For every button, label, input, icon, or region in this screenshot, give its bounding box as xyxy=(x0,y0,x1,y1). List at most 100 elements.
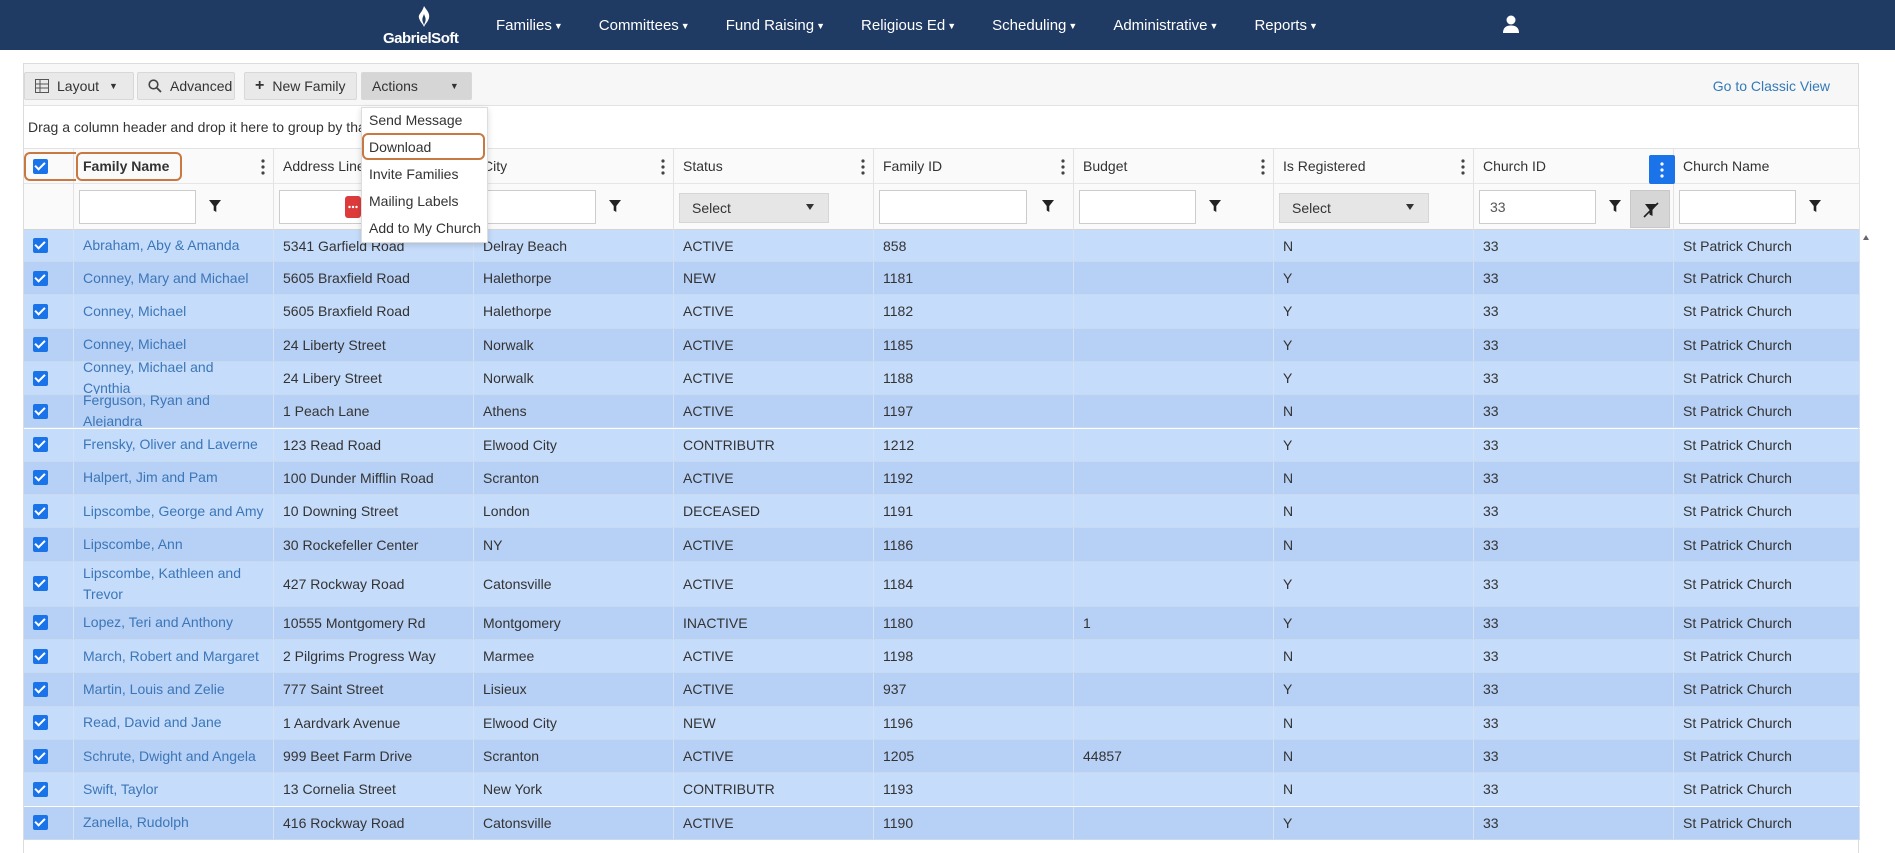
row-checkbox[interactable] xyxy=(33,370,48,386)
row-checkbox[interactable] xyxy=(33,403,48,419)
row-checkbox[interactable] xyxy=(33,715,48,731)
church-id-column-menu-button[interactable] xyxy=(1649,155,1675,184)
header-is-registered[interactable]: Is Registered xyxy=(1274,149,1474,185)
header-church-name[interactable]: Church Name xyxy=(1674,149,1860,185)
table-row[interactable]: Swift, Taylor 13 Cornelia Street New York C… xyxy=(24,773,1860,807)
header-church-id[interactable]: Church ID xyxy=(1474,149,1674,185)
header-family-name[interactable]: Family Name xyxy=(74,149,274,185)
row-checkbox[interactable] xyxy=(33,470,48,486)
family-name-cell[interactable]: Ferguson, Ryan and Alejandra xyxy=(74,395,274,428)
nav-religious-ed[interactable]: Religious Ed ▼ xyxy=(861,17,956,34)
new-family-button[interactable]: + New Family xyxy=(244,72,357,100)
menu-mailing-labels[interactable]: Mailing Labels xyxy=(369,193,459,209)
filter-icon[interactable] xyxy=(1041,199,1055,213)
family-name-cell[interactable]: Conney, Michael xyxy=(74,328,274,361)
table-row[interactable]: Lipscombe, Kathleen and Trevor 427 Rockwa… xyxy=(24,561,1860,607)
header-family-id[interactable]: Family ID xyxy=(874,149,1074,185)
church-name-filter-input[interactable] xyxy=(1679,190,1796,224)
column-menu-icon[interactable] xyxy=(861,159,865,175)
more-options-icon[interactable] xyxy=(345,196,361,218)
table-row[interactable]: Frensky, Oliver and Laverne 123 Read Road… xyxy=(24,428,1860,462)
menu-invite-families[interactable]: Invite Families xyxy=(369,166,458,182)
family-name-cell[interactable]: March, Robert and Margaret xyxy=(74,640,274,673)
family-name-cell[interactable]: Swift, Taylor xyxy=(74,773,274,806)
table-row[interactable]: Lopez, Teri and Anthony 10555 Montgomery … xyxy=(24,606,1860,640)
nav-reports[interactable]: Reports ▼ xyxy=(1254,17,1317,34)
table-row[interactable]: Zanella, Rudolph 416 Rockway Road Catonsvi… xyxy=(24,806,1860,840)
church-id-filter-input[interactable] xyxy=(1479,190,1596,224)
row-checkbox[interactable] xyxy=(33,503,48,519)
family-name-filter-input[interactable] xyxy=(79,190,196,224)
city-filter-input[interactable] xyxy=(479,190,596,224)
clear-filter-button[interactable] xyxy=(1630,190,1670,228)
registered-filter-select[interactable]: Select xyxy=(1279,193,1429,223)
family-name-cell[interactable]: Zanella, Rudolph xyxy=(74,806,274,839)
row-checkbox[interactable] xyxy=(33,815,48,831)
family-name-cell[interactable]: Schrute, Dwight and Angela xyxy=(74,739,274,773)
nav-scheduling[interactable]: Scheduling ▼ xyxy=(992,17,1077,34)
table-row[interactable]: Ferguson, Ryan and Alejandra 1 Peach Lane… xyxy=(24,395,1860,429)
table-row[interactable]: Abraham, Aby & Amanda 5341 Garfield Road D… xyxy=(24,230,1860,262)
table-row[interactable]: Martin, Louis and Zelie 777 Saint Street L… xyxy=(24,673,1860,707)
table-row[interactable]: Halpert, Jim and Pam 100 Dunder Mifflin R… xyxy=(24,461,1860,496)
table-row[interactable]: Conney, Mary and Michael 5605 Braxfield R… xyxy=(24,262,1860,296)
layout-button[interactable]: Layout ▼ xyxy=(24,72,134,100)
family-name-cell[interactable]: Conney, Michael xyxy=(74,295,274,328)
family-name-cell[interactable]: Lipscombe, Ann xyxy=(74,528,274,561)
family-name-cell[interactable]: Read, David and Jane xyxy=(74,706,274,739)
column-menu-icon[interactable] xyxy=(1461,159,1465,175)
row-checkbox[interactable] xyxy=(33,681,48,697)
column-menu-icon[interactable] xyxy=(261,159,265,175)
row-checkbox[interactable] xyxy=(33,270,48,286)
row-checkbox[interactable] xyxy=(33,337,48,353)
family-name-cell[interactable]: Conney, Mary and Michael xyxy=(74,262,274,295)
user-icon[interactable] xyxy=(1501,14,1521,34)
row-checkbox[interactable] xyxy=(33,537,48,553)
row-checkbox[interactable] xyxy=(33,437,48,453)
table-row[interactable]: Read, David and Jane 1 Aardvark Avenue Elw… xyxy=(24,706,1860,740)
family-name-cell[interactable]: Halpert, Jim and Pam xyxy=(74,461,274,495)
actions-button[interactable]: Actions ▼ xyxy=(361,72,472,100)
column-menu-icon[interactable] xyxy=(1061,159,1065,175)
status-filter-select[interactable]: Select xyxy=(679,193,829,223)
table-row[interactable]: Lipscombe, George and Amy 10 Downing Stre… xyxy=(24,495,1860,529)
filter-icon[interactable] xyxy=(1608,199,1622,213)
column-menu-icon[interactable] xyxy=(1261,159,1265,175)
vertical-scrollbar[interactable] xyxy=(1860,230,1872,853)
row-checkbox[interactable] xyxy=(33,648,48,664)
family-name-cell[interactable]: Frensky, Oliver and Laverne xyxy=(74,428,274,461)
row-checkbox[interactable] xyxy=(33,748,48,764)
family-name-cell[interactable]: Lipscombe, Kathleen and Trevor xyxy=(74,561,274,606)
header-city[interactable]: City xyxy=(474,149,674,185)
nav-families[interactable]: Families ▼ xyxy=(496,17,563,34)
table-row[interactable]: March, Robert and Margaret 2 Pilgrims Pro… xyxy=(24,640,1860,674)
family-name-cell[interactable]: Martin, Louis and Zelie xyxy=(74,673,274,706)
table-row[interactable]: Conney, Michael 5605 Braxfield Road Haleth… xyxy=(24,295,1860,329)
column-menu-icon[interactable] xyxy=(661,159,665,175)
row-checkbox[interactable] xyxy=(33,303,48,319)
nav-fund-raising[interactable]: Fund Raising ▼ xyxy=(726,17,825,34)
row-checkbox[interactable] xyxy=(33,576,48,592)
filter-icon[interactable] xyxy=(1208,199,1222,213)
nav-administrative[interactable]: Administrative ▼ xyxy=(1113,17,1218,34)
menu-add-to-my-church[interactable]: Add to My Church xyxy=(369,220,481,236)
table-row[interactable]: Conney, Michael and Cynthia 24 Libery Str… xyxy=(24,361,1860,396)
budget-filter-input[interactable] xyxy=(1079,190,1196,224)
menu-send-message[interactable]: Send Message xyxy=(369,112,462,128)
filter-icon[interactable] xyxy=(1808,199,1822,213)
gabrielsoft-logo[interactable]: GabrielSoft xyxy=(383,5,465,47)
family-name-cell[interactable]: Lopez, Teri and Anthony xyxy=(74,606,274,639)
select-all-checkbox[interactable] xyxy=(33,159,48,174)
table-row[interactable]: Lipscombe, Ann 30 Rockefeller Center NY ACT… xyxy=(24,528,1860,562)
filter-icon[interactable] xyxy=(208,199,222,213)
row-checkbox[interactable] xyxy=(33,238,48,253)
header-budget[interactable]: Budget xyxy=(1074,149,1274,185)
table-row[interactable]: Schrute, Dwight and Angela 999 Beet Farm … xyxy=(24,739,1860,774)
family-name-cell[interactable]: Lipscombe, George and Amy xyxy=(74,495,274,528)
family-id-filter-input[interactable] xyxy=(879,190,1027,224)
row-checkbox[interactable] xyxy=(33,781,48,797)
menu-download[interactable]: Download xyxy=(369,139,431,155)
row-checkbox[interactable] xyxy=(33,615,48,631)
family-name-cell[interactable]: Abraham, Aby & Amanda xyxy=(74,230,274,261)
header-status[interactable]: Status xyxy=(674,149,874,185)
